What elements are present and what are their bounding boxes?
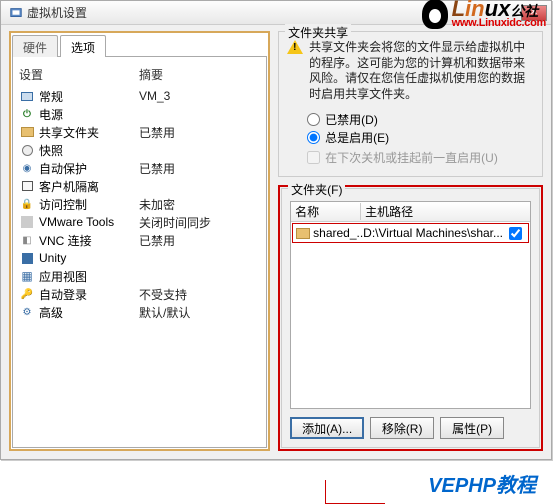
option-name: 共享文件夹 bbox=[39, 124, 139, 141]
option-value: 关闭时间同步 bbox=[139, 214, 260, 231]
option-value: 不受支持 bbox=[139, 286, 260, 303]
folder-icon bbox=[296, 228, 310, 239]
tab-hardware[interactable]: 硬件 bbox=[12, 35, 58, 57]
option-name: 自动保护 bbox=[39, 160, 139, 177]
tab-options[interactable]: 选项 bbox=[60, 35, 106, 57]
list-item[interactable]: 🔑自动登录不受支持 bbox=[17, 285, 262, 303]
folder-name: shared_... bbox=[313, 226, 363, 240]
list-item[interactable]: ◧VNC 连接已禁用 bbox=[17, 231, 262, 249]
add-button[interactable]: 添加(A)... bbox=[290, 417, 364, 439]
monitor-icon bbox=[19, 88, 35, 104]
list-item[interactable]: 常规VM_3 bbox=[17, 87, 262, 105]
folders-listview[interactable]: 名称 主机路径 shared_...D:\Virtual Machines\sh… bbox=[290, 201, 531, 409]
left-pane: 硬件 选项 设置 摘要 常规VM_3⏻电源共享文件夹已禁用快照◉自动保护已禁用客… bbox=[9, 31, 270, 451]
folder-enabled-checkbox[interactable] bbox=[509, 227, 522, 240]
footer-watermark: VEPHP教程 bbox=[428, 469, 536, 498]
col-host-path[interactable]: 主机路径 bbox=[361, 203, 530, 220]
option-name: 客户机隔离 bbox=[39, 178, 139, 195]
col-folder-name[interactable]: 名称 bbox=[291, 203, 361, 220]
check-until-shutdown: 在下次关机或挂起前一直启用(U) bbox=[307, 148, 534, 166]
list-item[interactable]: 🔒访问控制未加密 bbox=[17, 195, 262, 213]
option-name: VNC 连接 bbox=[39, 232, 139, 249]
option-value: 已禁用 bbox=[139, 160, 260, 177]
list-item[interactable]: VMware Tools关闭时间同步 bbox=[17, 213, 262, 231]
list-item[interactable]: ◉自动保护已禁用 bbox=[17, 159, 262, 177]
folder-icon bbox=[19, 124, 35, 140]
list-item[interactable]: ⚙高级默认/默认 bbox=[17, 303, 262, 321]
tabs: 硬件 选项 bbox=[12, 34, 267, 56]
option-name: 电源 bbox=[39, 106, 139, 123]
option-value: 未加密 bbox=[139, 196, 260, 213]
vm-settings-window: 虚拟机设置 ✕ 硬件 选项 设置 摘要 常规VM_3⏻电源共享文件夹已禁用快照◉… bbox=[0, 0, 552, 460]
option-name: 应用视图 bbox=[39, 268, 139, 285]
list-item[interactable]: Unity bbox=[17, 249, 262, 267]
folder-sharing-group: 文件夹共享 共享文件夹会将您的文件显示给虚拟机中的程序。这可能为您的计算机和数据… bbox=[278, 31, 543, 177]
lock-icon: 🔒 bbox=[19, 196, 35, 212]
folder-row[interactable]: shared_...D:\Virtual Machines\shar... bbox=[292, 223, 529, 243]
option-value: 默认/默认 bbox=[139, 304, 260, 321]
properties-button[interactable]: 属性(P) bbox=[440, 417, 504, 439]
option-value: 已禁用 bbox=[139, 232, 260, 249]
list-item[interactable]: 客户机隔离 bbox=[17, 177, 262, 195]
option-value: VM_3 bbox=[139, 89, 260, 103]
site-logo: Linux公社 www.Linuxidc.com bbox=[422, 0, 546, 29]
group-title-sharing: 文件夹共享 bbox=[285, 24, 351, 41]
folders-group-highlight: 文件夹(F) 名称 主机路径 shared_...D:\Virtual Mach… bbox=[278, 185, 543, 451]
option-name: 自动登录 bbox=[39, 286, 139, 303]
radio-disabled[interactable]: 已禁用(D) bbox=[307, 110, 534, 128]
remove-button[interactable]: 移除(R) bbox=[370, 417, 434, 439]
guest-icon bbox=[19, 178, 35, 194]
vmt-icon bbox=[19, 214, 35, 230]
group-title-folders: 文件夹(F) bbox=[288, 181, 345, 198]
power-icon: ⏻ bbox=[19, 106, 35, 122]
shield-icon: ◉ bbox=[19, 160, 35, 176]
appv-icon: ▦ bbox=[19, 268, 35, 284]
list-item[interactable]: ▦应用视图 bbox=[17, 267, 262, 285]
logo-url: www.Linuxidc.com bbox=[452, 18, 546, 29]
app-icon bbox=[9, 6, 23, 20]
col-setting: 设置 bbox=[19, 66, 139, 83]
warning-text: 共享文件夹会将您的文件显示给虚拟机中的程序。这可能为您的计算机和数据带来风险。请… bbox=[309, 40, 534, 102]
option-name: 访问控制 bbox=[39, 196, 139, 213]
options-list-panel: 设置 摘要 常规VM_3⏻电源共享文件夹已禁用快照◉自动保护已禁用客户机隔离🔒访… bbox=[12, 56, 267, 448]
warning-icon bbox=[287, 40, 303, 54]
adv-icon: ⚙ bbox=[19, 304, 35, 320]
unity-icon bbox=[19, 250, 35, 266]
option-name: 快照 bbox=[39, 142, 139, 159]
option-name: 常规 bbox=[39, 88, 139, 105]
snap-icon bbox=[19, 142, 35, 158]
option-value: 已禁用 bbox=[139, 124, 260, 141]
list-item[interactable]: ⏻电源 bbox=[17, 105, 262, 123]
folder-path: D:\Virtual Machines\shar... bbox=[363, 226, 503, 240]
auto-icon: 🔑 bbox=[19, 286, 35, 302]
right-pane: 文件夹共享 共享文件夹会将您的文件显示给虚拟机中的程序。这可能为您的计算机和数据… bbox=[278, 31, 543, 451]
option-name: VMware Tools bbox=[39, 215, 139, 229]
annotation-bracket bbox=[325, 480, 385, 504]
col-summary: 摘要 bbox=[139, 66, 260, 83]
radio-always-enabled[interactable]: 总是启用(E) bbox=[307, 128, 534, 146]
option-name: Unity bbox=[39, 251, 139, 265]
penguin-icon bbox=[422, 0, 448, 29]
list-item[interactable]: 快照 bbox=[17, 141, 262, 159]
option-name: 高级 bbox=[39, 304, 139, 321]
list-item[interactable]: 共享文件夹已禁用 bbox=[17, 123, 262, 141]
vnc-icon: ◧ bbox=[19, 232, 35, 248]
